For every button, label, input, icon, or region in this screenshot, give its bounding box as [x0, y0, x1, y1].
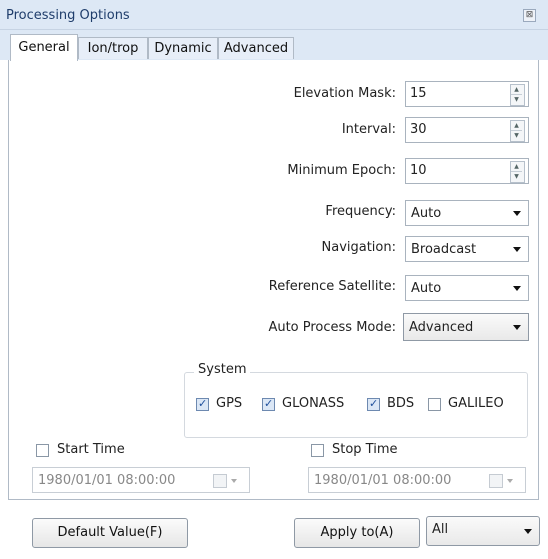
decrement-icon[interactable]: ▼ [511, 131, 522, 140]
minimum-epoch-stepper[interactable]: 10 ▲ ▼ [405, 158, 529, 184]
elevation-mask-label: Elevation Mask: [293, 86, 396, 101]
stepper-arrows[interactable]: ▲ ▼ [510, 84, 525, 106]
tab-advanced[interactable]: Advanced [218, 37, 294, 59]
start-time-label[interactable]: Start Time [57, 442, 125, 457]
check-icon: ✓ [264, 397, 274, 410]
chevron-down-icon[interactable] [231, 479, 237, 483]
window-title: Processing Options [6, 8, 130, 23]
galileo-label[interactable]: GALILEO [448, 396, 504, 411]
frequency-label: Frequency: [325, 204, 396, 219]
apply-target-dropdown[interactable]: All [426, 516, 540, 546]
stepper-arrows[interactable]: ▲ ▼ [510, 120, 525, 142]
chevron-down-icon [513, 211, 521, 216]
stop-time-checkbox[interactable] [311, 444, 324, 457]
increment-icon[interactable]: ▲ [511, 162, 522, 172]
interval-label: Interval: [341, 122, 396, 137]
apply-target-value: All [432, 522, 449, 537]
stop-time-value: 1980/01/01 08:00:00 [314, 473, 452, 488]
system-group-title: System [194, 362, 251, 377]
default-value-button[interactable]: Default Value(F) [32, 518, 188, 548]
galileo-checkbox[interactable] [428, 398, 441, 411]
auto-process-mode-label: Auto Process Mode: [268, 320, 396, 335]
frequency-value: Auto [411, 206, 442, 221]
apply-to-button[interactable]: Apply to(A) [294, 518, 420, 548]
glonass-checkbox[interactable]: ✓ [262, 397, 275, 411]
start-time-value: 1980/01/01 08:00:00 [38, 473, 176, 488]
navigation-label: Navigation: [321, 240, 397, 255]
increment-icon[interactable]: ▲ [511, 85, 522, 95]
frequency-dropdown[interactable]: Auto [405, 200, 529, 226]
navigation-value: Broadcast [411, 242, 477, 257]
interval-value: 30 [410, 122, 427, 137]
reference-satellite-dropdown[interactable]: Auto [405, 275, 529, 301]
tab-general[interactable]: General [10, 34, 78, 61]
elevation-mask-value: 15 [410, 86, 427, 101]
chevron-down-icon [513, 286, 521, 291]
increment-icon[interactable]: ▲ [511, 121, 522, 131]
interval-stepper[interactable]: 30 ▲ ▼ [405, 117, 529, 143]
decrement-icon[interactable]: ▼ [511, 95, 522, 104]
stepper-arrows[interactable]: ▲ ▼ [510, 161, 525, 183]
start-time-picker[interactable]: 1980/01/01 08:00:00 [32, 467, 250, 493]
chevron-down-icon [524, 529, 532, 534]
bds-label[interactable]: BDS [387, 396, 414, 411]
chevron-down-icon [513, 325, 521, 330]
minimum-epoch-label: Minimum Epoch: [287, 163, 396, 178]
auto-process-mode-value: Advanced [409, 320, 474, 335]
gps-label[interactable]: GPS [216, 396, 242, 411]
calendar-icon[interactable] [213, 474, 227, 488]
check-icon: ✓ [369, 397, 379, 410]
tab-dynamic[interactable]: Dynamic [148, 37, 218, 59]
elevation-mask-stepper[interactable]: 15 ▲ ▼ [405, 81, 529, 107]
close-icon[interactable]: ⊠ [523, 9, 536, 22]
gps-checkbox[interactable]: ✓ [196, 397, 209, 411]
chevron-down-icon [513, 247, 521, 252]
reference-satellite-value: Auto [411, 281, 442, 296]
glonass-label[interactable]: GLONASS [282, 396, 344, 411]
calendar-icon[interactable] [489, 474, 503, 488]
minimum-epoch-value: 10 [410, 163, 427, 178]
check-icon: ✓ [198, 397, 208, 410]
stop-time-label[interactable]: Stop Time [332, 442, 398, 457]
navigation-dropdown[interactable]: Broadcast [405, 236, 529, 262]
reference-satellite-label: Reference Satellite: [268, 279, 396, 294]
start-time-checkbox[interactable] [36, 444, 49, 457]
auto-process-mode-dropdown[interactable]: Advanced [403, 313, 529, 341]
bds-checkbox[interactable]: ✓ [367, 397, 380, 411]
chevron-down-icon[interactable] [507, 479, 513, 483]
tab-ion-trop[interactable]: Ion/trop [78, 37, 148, 59]
decrement-icon[interactable]: ▼ [511, 172, 522, 181]
stop-time-picker[interactable]: 1980/01/01 08:00:00 [308, 467, 526, 493]
